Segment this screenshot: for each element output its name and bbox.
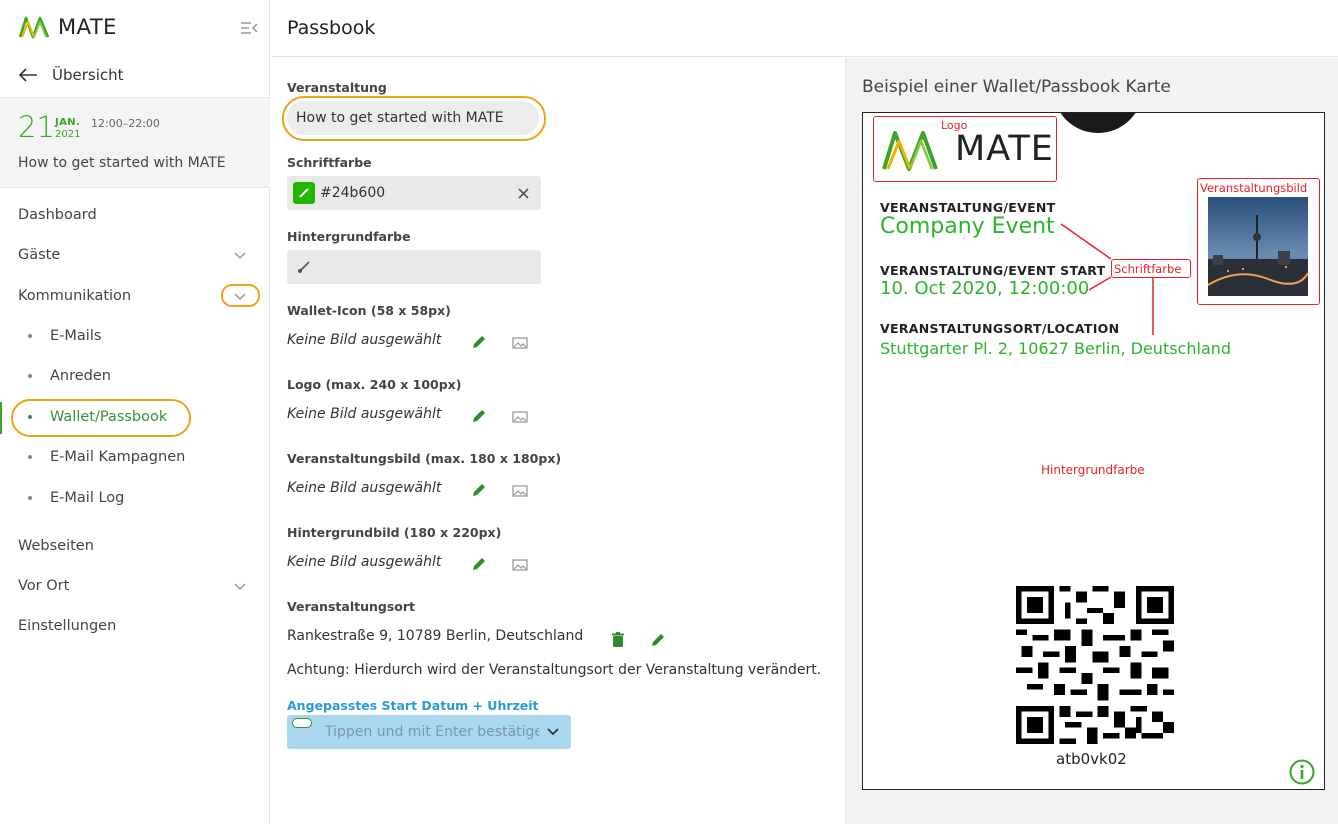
chevron-down-icon[interactable] bbox=[546, 727, 560, 737]
pass-location-label: VERANSTALTUNGSORT/LOCATION bbox=[880, 321, 1120, 336]
pencil-icon[interactable] bbox=[470, 555, 488, 573]
brand[interactable]: MATE bbox=[18, 14, 117, 40]
font-color-input[interactable]: #24b600 bbox=[287, 176, 541, 210]
sub-item-label: E-Mail Log bbox=[50, 490, 125, 506]
active-indicator bbox=[0, 402, 2, 434]
logo-empty-text: Keine Bild ausgewählt bbox=[287, 406, 442, 422]
image-icon[interactable] bbox=[511, 556, 529, 574]
bg-color-input[interactable] bbox=[287, 250, 541, 284]
bullet bbox=[28, 415, 32, 419]
nav-communication[interactable]: Kommunikation bbox=[18, 288, 131, 304]
arrow-left-icon bbox=[18, 68, 37, 82]
preview-panel: Beispiel einer Wallet/Passbook Karte Log… bbox=[845, 58, 1338, 824]
bg-color-label: Hintergrundfarbe bbox=[287, 229, 411, 244]
image-icon[interactable] bbox=[511, 482, 529, 500]
custom-start-label: Angepasstes Start Datum + Uhrzeit bbox=[287, 698, 539, 713]
pencil-icon[interactable] bbox=[470, 481, 488, 499]
sub-item-label: Wallet/Passbook bbox=[50, 409, 168, 425]
event-day: 21 bbox=[18, 110, 55, 144]
custom-start-select[interactable]: Tippen und mit Enter bestätigen bbox=[287, 715, 571, 749]
toggle-indicator bbox=[292, 718, 312, 728]
clear-icon[interactable] bbox=[518, 188, 529, 199]
bullet bbox=[28, 455, 32, 459]
event-year: 2021 bbox=[55, 129, 81, 140]
brush-icon bbox=[298, 261, 310, 273]
bullet bbox=[28, 374, 32, 378]
passbook-card: Logo MATE Veranstaltungsbild VERANSTALTU… bbox=[862, 112, 1325, 790]
event-time: 12:00–22:00 bbox=[91, 117, 160, 130]
location-value: Rankestraße 9, 10789 Berlin, Deutschland bbox=[287, 628, 584, 644]
sub-item-label: E-Mails bbox=[50, 328, 102, 344]
sidebar: MATE Übersicht 21 JAN. 2021 12:00–22:00 … bbox=[0, 0, 270, 824]
font-color-value: #24b600 bbox=[320, 185, 386, 201]
page-title: Passbook bbox=[287, 17, 376, 39]
location-label: Veranstaltungsort bbox=[287, 599, 415, 614]
location-warning: Achtung: Hierdurch wird der Veranstaltun… bbox=[287, 662, 822, 678]
sub-item-email-campaigns[interactable]: E-Mail Kampagnen bbox=[28, 449, 185, 465]
font-color-label: Schriftfarbe bbox=[287, 155, 372, 170]
bullet bbox=[28, 334, 32, 338]
chevron-down-icon[interactable] bbox=[233, 292, 247, 302]
sub-item-emails[interactable]: E-Mails bbox=[28, 328, 101, 344]
image-icon[interactable] bbox=[511, 334, 529, 352]
event-image-label: Veranstaltungsbild (max. 180 x 180px) bbox=[287, 451, 562, 466]
nav-guests[interactable]: Gäste bbox=[18, 247, 60, 263]
trash-icon[interactable] bbox=[609, 631, 627, 649]
back-label: Übersicht bbox=[52, 66, 124, 84]
chevron-down-icon[interactable] bbox=[233, 582, 247, 592]
preview-title: Beispiel einer Wallet/Passbook Karte bbox=[862, 77, 1171, 97]
sub-item-email-log[interactable]: E-Mail Log bbox=[28, 490, 124, 506]
pass-location-value: Stuttgarter Pl. 2, 10627 Berlin, Deutsch… bbox=[880, 339, 1232, 358]
brand-name: MATE bbox=[58, 15, 117, 39]
nav-settings[interactable]: Einstellungen bbox=[18, 618, 116, 634]
pencil-icon[interactable] bbox=[470, 407, 488, 425]
nav-websites[interactable]: Webseiten bbox=[18, 538, 94, 554]
back-to-overview-link[interactable]: Übersicht bbox=[18, 66, 124, 84]
sub-item-label: Anreden bbox=[50, 368, 111, 384]
event-select[interactable]: How to get started with MATE bbox=[287, 101, 539, 135]
event-field-label: Veranstaltung bbox=[287, 80, 387, 95]
event-select-value: How to get started with MATE bbox=[296, 110, 504, 126]
info-icon[interactable] bbox=[1289, 759, 1315, 785]
pencil-icon[interactable] bbox=[470, 333, 488, 351]
nav-dashboard[interactable]: Dashboard bbox=[18, 207, 97, 223]
bg-color-annotation-label: Hintergrundfarbe bbox=[1041, 463, 1145, 477]
chevron-down-icon[interactable] bbox=[233, 251, 247, 261]
brush-icon bbox=[299, 188, 309, 198]
bg-image-label: Hintergrundbild (180 x 220px) bbox=[287, 525, 502, 540]
event-image-empty-text: Keine Bild ausgewählt bbox=[287, 480, 442, 496]
color-swatch bbox=[293, 182, 315, 204]
logo-label: Logo (max. 240 x 100px) bbox=[287, 377, 462, 392]
sub-item-label: E-Mail Kampagnen bbox=[50, 449, 186, 465]
nav-onsite[interactable]: Vor Ort bbox=[18, 578, 69, 594]
wallet-icon-label: Wallet-Icon (58 x 58px) bbox=[287, 303, 451, 318]
event-title: How to get started with MATE bbox=[18, 155, 226, 171]
page-header: Passbook bbox=[271, 0, 1338, 57]
passbook-form: Veranstaltung How to get started with MA… bbox=[271, 58, 844, 824]
image-icon[interactable] bbox=[511, 408, 529, 426]
custom-start-placeholder: Tippen und mit Enter bestätigen bbox=[325, 724, 539, 740]
qr-code-caption: atb0vk02 bbox=[1056, 750, 1127, 768]
sub-item-salutations[interactable]: Anreden bbox=[28, 368, 111, 384]
event-card[interactable]: 21 JAN. 2021 12:00–22:00 How to get star… bbox=[0, 97, 270, 188]
sub-item-wallet-passbook[interactable]: Wallet/Passbook bbox=[28, 409, 167, 425]
bullet bbox=[28, 496, 32, 500]
qr-code bbox=[1016, 586, 1174, 744]
bg-image-empty-text: Keine Bild ausgewählt bbox=[287, 554, 442, 570]
wallet-icon-empty-text: Keine Bild ausgewählt bbox=[287, 332, 442, 348]
collapse-menu-icon[interactable] bbox=[240, 20, 258, 36]
pencil-icon[interactable] bbox=[649, 631, 667, 649]
mate-logo-icon bbox=[18, 16, 50, 39]
event-month: JAN. bbox=[55, 117, 81, 128]
